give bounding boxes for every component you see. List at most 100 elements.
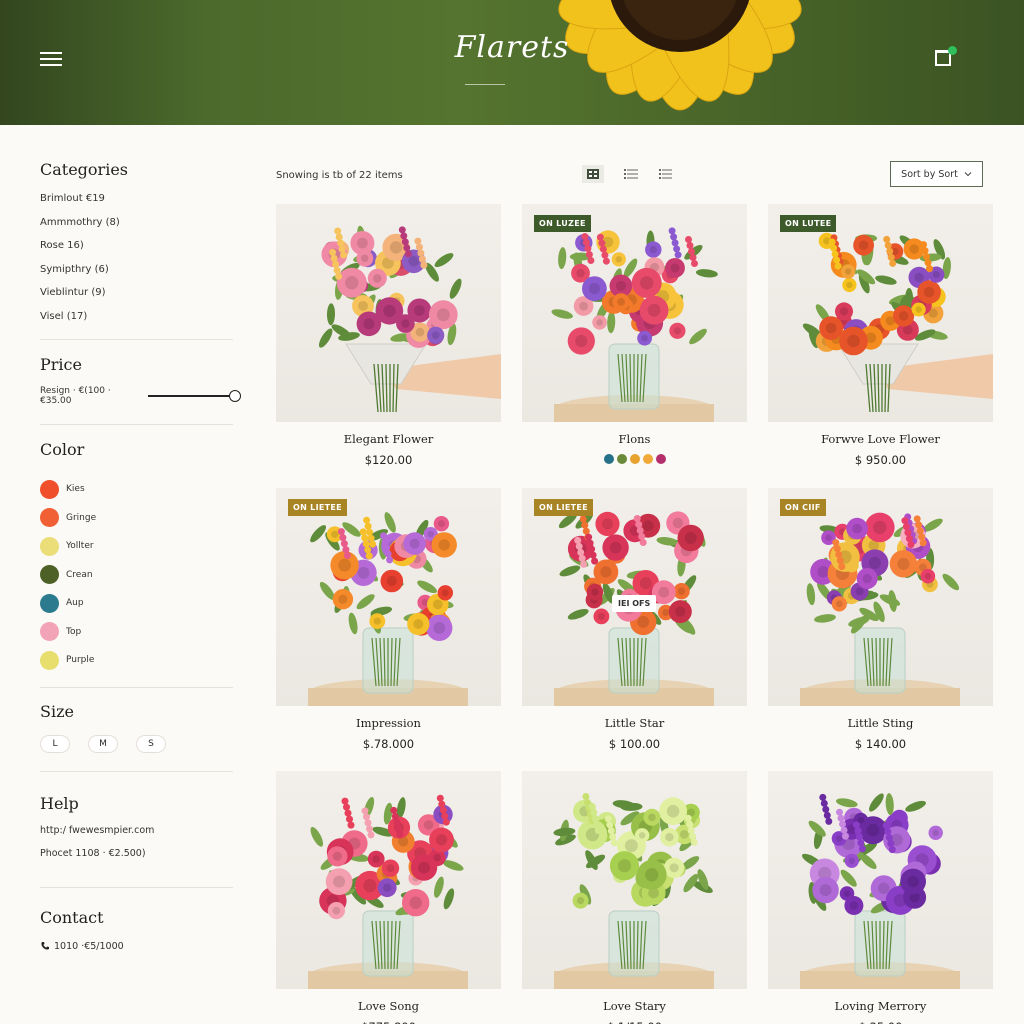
color-option[interactable]: Yollter bbox=[40, 532, 235, 561]
category-item[interactable]: Ammmothry (8) bbox=[40, 217, 235, 241]
color-swatch bbox=[40, 479, 59, 499]
contact-phone: 1010 ·€5/1000 bbox=[54, 940, 124, 952]
product-name[interactable]: Love Song bbox=[276, 999, 501, 1013]
product-card[interactable]: Love Stary $ 1/15.00 bbox=[522, 771, 747, 1024]
category-item[interactable]: Visel (17) bbox=[40, 311, 235, 335]
product-image[interactable] bbox=[522, 204, 747, 422]
help-link[interactable]: http:/ fwewesmpier.com bbox=[40, 825, 235, 836]
category-item[interactable]: Rose 16) bbox=[40, 240, 235, 264]
list-view-icon[interactable] bbox=[620, 165, 642, 183]
price-slider-handle[interactable] bbox=[229, 390, 241, 402]
divider bbox=[40, 886, 233, 888]
color-label: Yollter bbox=[66, 541, 94, 552]
color-label: Top bbox=[66, 626, 82, 637]
divider bbox=[40, 424, 233, 425]
color-list: Kies Gringe Yollter Crean Aup Top Purple bbox=[40, 475, 235, 675]
help-phone: Phocet 1108 · €2.500) bbox=[40, 847, 146, 859]
size-option-s[interactable]: S bbox=[136, 734, 166, 753]
category-item[interactable]: Symipthry (6) bbox=[40, 264, 235, 288]
categories-heading: Categories bbox=[40, 160, 128, 179]
color-variant-dot[interactable] bbox=[603, 454, 614, 464]
product-name[interactable]: Little Sting bbox=[768, 716, 993, 730]
results-count: Snowing is tb of 22 items bbox=[276, 170, 403, 181]
color-variant-dot[interactable] bbox=[616, 454, 627, 464]
color-option[interactable]: Aup bbox=[40, 589, 235, 618]
sale-badge: ON LUTEE bbox=[780, 215, 837, 232]
product-image[interactable] bbox=[768, 204, 993, 422]
color-option[interactable]: Kies bbox=[40, 475, 235, 504]
product-card[interactable]: Loving Merrory $ 35.00 bbox=[768, 771, 993, 1024]
sale-badge: ON LUZEE bbox=[534, 215, 591, 232]
color-option[interactable]: Gringe bbox=[40, 504, 235, 533]
product-card[interactable]: ON LUZEE Flons bbox=[522, 204, 747, 494]
product-name[interactable]: Flons bbox=[522, 432, 747, 446]
category-item[interactable]: Brimlout €19 bbox=[40, 193, 235, 217]
sort-label: Sort by Sort bbox=[901, 168, 958, 180]
color-swatch bbox=[40, 650, 59, 670]
color-label: Aup bbox=[66, 598, 84, 609]
product-price: $.78.000 bbox=[362, 737, 415, 751]
price-slider-track[interactable] bbox=[147, 390, 241, 402]
category-item[interactable]: Vieblintur (9) bbox=[40, 287, 235, 311]
product-card[interactable]: ON LIETEE Impression $.78.000 bbox=[276, 488, 501, 778]
sale-badge: ON LIETEE bbox=[534, 499, 593, 516]
hero-header: Flarets bbox=[0, 0, 1024, 125]
divider bbox=[40, 770, 233, 772]
color-variant-dot[interactable] bbox=[642, 454, 653, 464]
product-price: $120.00 bbox=[364, 453, 413, 467]
contact-row[interactable]: 1010 ·€5/1000 bbox=[40, 941, 235, 952]
filter-sidebar: Categories Brimlout €19 Ammmothry (8) Ro… bbox=[40, 160, 241, 952]
site-logo[interactable]: Flarets bbox=[0, 30, 1024, 65]
color-label: Purple bbox=[66, 655, 95, 666]
product-name[interactable]: Little Star bbox=[522, 716, 747, 730]
product-name[interactable]: Forwve Love Flower bbox=[768, 432, 993, 446]
category-list: Brimlout €19 Ammmothry (8) Rose 16) Symi… bbox=[40, 193, 235, 334]
color-label: Kies bbox=[66, 484, 85, 495]
color-swatch bbox=[40, 593, 59, 613]
price-range-label: Resign · €(100 · €35.00 bbox=[40, 386, 111, 406]
bouquet-illustration bbox=[802, 232, 993, 413]
size-heading: Size bbox=[40, 701, 74, 721]
sort-dropdown[interactable]: Sort by Sort bbox=[890, 161, 983, 187]
product-image[interactable] bbox=[768, 771, 993, 989]
color-label: Gringe bbox=[66, 512, 97, 523]
product-image[interactable] bbox=[522, 771, 747, 989]
bouquet-illustration bbox=[551, 227, 718, 422]
size-option-l[interactable]: L bbox=[40, 734, 70, 753]
product-price: $ 950.00 bbox=[854, 453, 907, 467]
product-price: $ 140.00 bbox=[854, 737, 907, 751]
product-card[interactable]: ON CIIF Little Sting $ 140.00 bbox=[768, 488, 993, 778]
product-name[interactable]: Impression bbox=[276, 716, 501, 730]
product-name[interactable]: Elegant Flower bbox=[276, 432, 501, 446]
product-image[interactable] bbox=[276, 771, 501, 989]
color-variant-dot[interactable] bbox=[655, 454, 666, 464]
grid-view-icon[interactable] bbox=[582, 165, 604, 183]
product-card[interactable]: ON LUTEE Forwve Love Flower $ 950.00 bbox=[768, 204, 993, 494]
product-card[interactable]: Elegant Flower $120.00 bbox=[276, 204, 501, 494]
size-option-m[interactable]: M bbox=[88, 734, 118, 753]
product-image[interactable] bbox=[276, 488, 501, 706]
compact-list-icon[interactable] bbox=[655, 165, 677, 183]
quick-view-tag[interactable]: IEI OFS bbox=[612, 595, 657, 612]
product-name[interactable]: Loving Merrory bbox=[768, 999, 993, 1013]
price-heading: Price bbox=[40, 355, 82, 374]
color-swatch bbox=[40, 536, 59, 556]
color-swatch bbox=[40, 622, 59, 642]
color-option[interactable]: Top bbox=[40, 618, 235, 647]
contact-heading: Contact bbox=[40, 907, 104, 927]
sale-badge: ON CIIF bbox=[780, 499, 826, 516]
bouquet-illustration bbox=[318, 225, 501, 413]
product-card[interactable]: ON LIETEE IEI OFS Little Star $ 100.00 bbox=[522, 488, 747, 778]
color-heading: Color bbox=[40, 440, 85, 459]
sale-badge: ON LIETEE bbox=[288, 499, 347, 516]
price-filter: Resign · €(100 · €35.00 bbox=[40, 386, 241, 406]
product-image[interactable] bbox=[768, 488, 993, 706]
product-image[interactable] bbox=[276, 204, 501, 422]
product-name[interactable]: Love Stary bbox=[522, 999, 747, 1013]
color-option[interactable]: Purple bbox=[40, 646, 235, 675]
color-variant-dot[interactable] bbox=[629, 454, 640, 464]
color-option[interactable]: Crean bbox=[40, 561, 235, 590]
bouquet-illustration bbox=[553, 793, 714, 989]
product-price: $ 1/15.00 bbox=[522, 1020, 747, 1024]
product-card[interactable]: Love Song $775.800 bbox=[276, 771, 501, 1024]
